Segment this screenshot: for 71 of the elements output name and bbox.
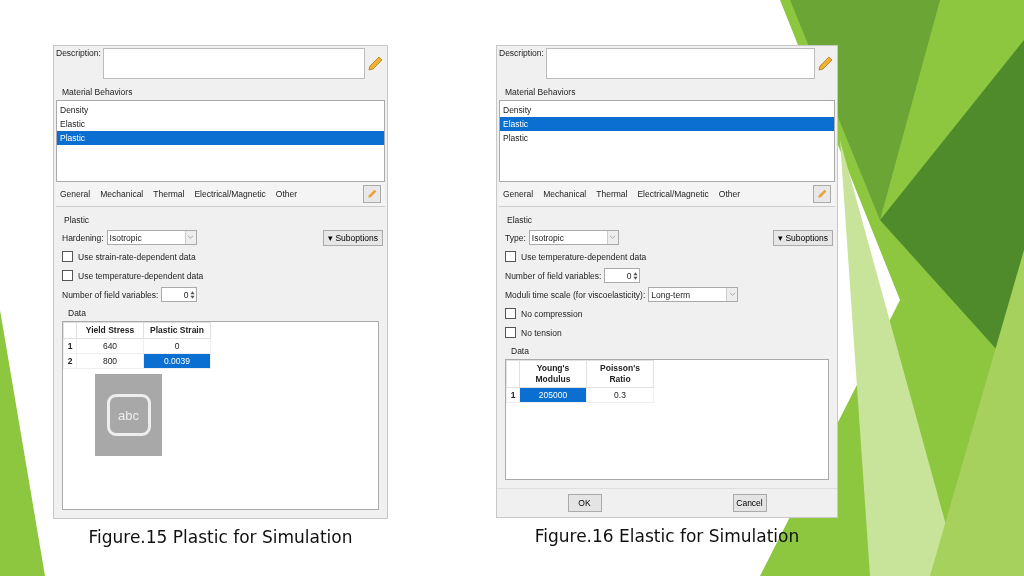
list-item[interactable]: Elastic: [57, 117, 384, 131]
checkbox[interactable]: [505, 251, 516, 262]
dialog-button[interactable]: Cancel: [732, 494, 767, 512]
checkbox[interactable]: [505, 327, 516, 338]
checkbox-label: No tension: [521, 327, 562, 338]
description-field[interactable]: [545, 48, 815, 79]
spinner-field[interactable]: 0: [604, 268, 641, 283]
field-label: Type:: [505, 232, 526, 243]
dropdown[interactable]: Isotropic: [528, 230, 619, 245]
field-label: Number of field variables:: [62, 289, 159, 300]
menu-item[interactable]: General: [60, 189, 91, 199]
field-label: Hardening:: [62, 232, 104, 243]
caret-icon: [728, 292, 736, 297]
menu-item[interactable]: Thermal: [153, 189, 185, 199]
table-cell[interactable]: 0.3: [586, 387, 654, 403]
caret-icon: [609, 235, 617, 240]
dialog-button[interactable]: OK: [567, 494, 602, 512]
suboptions-button[interactable]: ▾ Suboptions: [323, 229, 383, 246]
pencil-icon[interactable]: [817, 56, 833, 72]
field-label: Description:: [56, 48, 101, 58]
menu-item[interactable]: Mechanical: [543, 189, 587, 199]
list-item[interactable]: Elastic: [500, 117, 834, 131]
list-item[interactable]: Density: [500, 103, 834, 117]
menu-item[interactable]: Mechanical: [100, 189, 144, 199]
field-label: Moduli time scale (for viscoelasticity):: [505, 289, 646, 300]
row-number: 2: [63, 353, 77, 369]
field-label: Description:: [499, 48, 544, 58]
column-header: Plastic Strain: [143, 322, 211, 339]
pencil-icon[interactable]: [367, 56, 383, 72]
spinner-field[interactable]: 0: [161, 287, 198, 302]
table-cell[interactable]: 800: [76, 353, 144, 369]
list-item[interactable]: Plastic: [57, 131, 384, 145]
group-title: Data: [510, 345, 530, 358]
checkbox-label: Use temperature-dependent data: [78, 270, 204, 281]
list-item[interactable]: Density: [57, 103, 384, 117]
row-number: 1: [506, 387, 520, 403]
list-item[interactable]: Plastic: [500, 131, 834, 145]
description-field[interactable]: [102, 48, 365, 79]
dropdown[interactable]: Long-term: [648, 287, 739, 302]
menu-item[interactable]: Other: [275, 189, 298, 199]
column-header: Poisson's Ratio: [586, 360, 654, 388]
field-label: Number of field variables:: [505, 270, 602, 281]
pencil-icon: [367, 189, 377, 199]
spinner-arrows-icon[interactable]: [633, 270, 639, 281]
spinner-arrows-icon[interactable]: [190, 289, 196, 300]
column-header: Young's Modulus: [519, 360, 587, 388]
checkbox[interactable]: [505, 308, 516, 319]
section-title: Elastic: [506, 214, 534, 227]
checkbox-label: Use strain-rate-dependent data: [78, 251, 196, 262]
menu-item[interactable]: Other: [718, 189, 741, 199]
section-title: Plastic: [63, 214, 91, 227]
menu-item[interactable]: Thermal: [596, 189, 628, 199]
suboptions-button[interactable]: ▾ Suboptions: [773, 229, 833, 246]
menu-item[interactable]: Electrical/Magnetic: [194, 189, 266, 199]
dropdown[interactable]: Isotropic: [106, 230, 197, 245]
pencil-icon: [817, 189, 827, 199]
menu-item[interactable]: General: [503, 189, 534, 199]
column-header: Yield Stress: [76, 322, 144, 339]
table-cell[interactable]: 0: [143, 338, 211, 354]
table-cell[interactable]: 640: [76, 338, 144, 354]
group-title: Material Behaviors: [61, 86, 134, 99]
checkbox-label: Use temperature-dependent data: [521, 251, 647, 262]
group-title: Data: [67, 307, 87, 320]
checkbox[interactable]: [62, 251, 73, 262]
caret-icon: [187, 235, 195, 240]
row-number: 1: [63, 338, 77, 354]
checkbox-label: No compression: [521, 308, 583, 319]
figure-caption: Figure.15 Plastic for Simulation: [88, 527, 353, 547]
group-title: Material Behaviors: [504, 86, 577, 99]
menu-item[interactable]: Electrical/Magnetic: [637, 189, 709, 199]
checkbox[interactable]: [62, 270, 73, 281]
